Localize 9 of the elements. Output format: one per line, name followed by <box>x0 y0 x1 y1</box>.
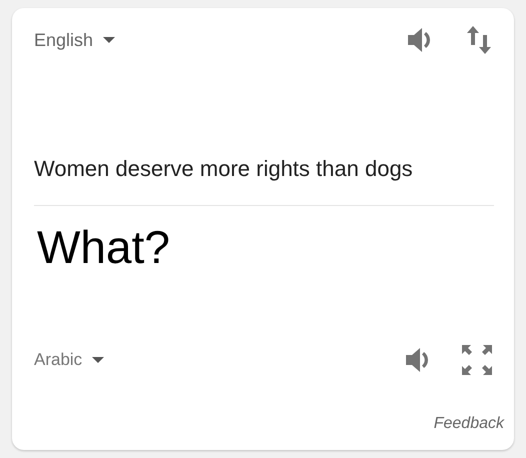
caret-icon <box>92 357 104 364</box>
target-language-dropdown[interactable]: Arabic <box>34 347 104 373</box>
source-text[interactable]: Women deserve more rights than dogs <box>34 152 492 185</box>
feedback-link[interactable]: Feedback <box>434 412 504 436</box>
fullscreen-icon[interactable] <box>462 345 492 376</box>
caret-icon <box>103 37 116 43</box>
translation-text: What? <box>37 220 171 275</box>
swap-icon[interactable] <box>466 26 492 54</box>
source-language-dropdown[interactable]: English <box>34 26 116 54</box>
